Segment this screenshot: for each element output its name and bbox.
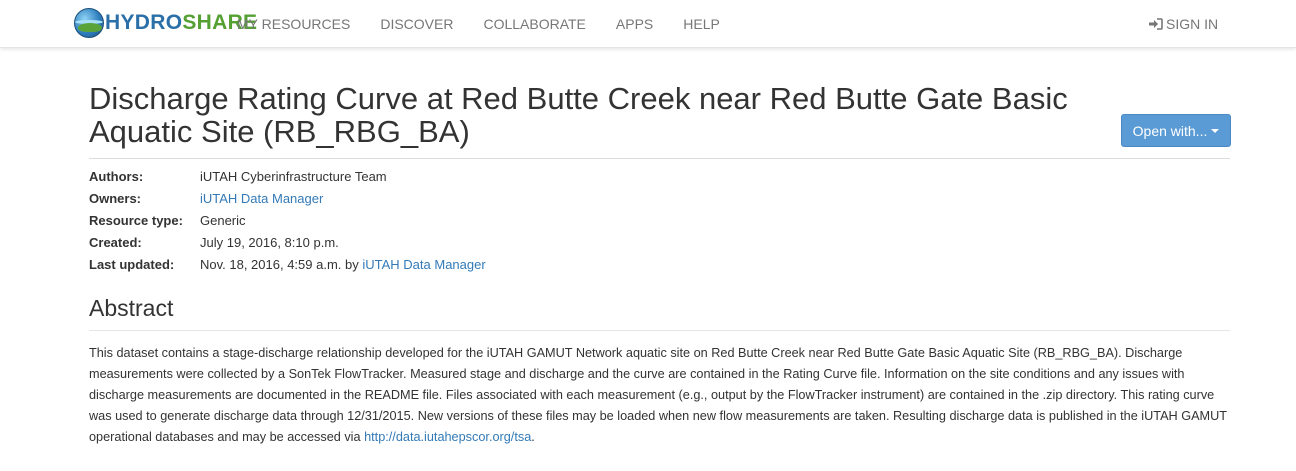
nav-apps[interactable]: APPS <box>616 16 653 32</box>
open-with-label: Open with... <box>1132 122 1208 139</box>
caret-down-icon <box>1211 128 1220 133</box>
tsa-link[interactable]: http://data.iutahepscor.org/tsa <box>364 430 531 444</box>
nav-help[interactable]: HELP <box>683 16 720 32</box>
open-with-button[interactable]: Open with... <box>1121 114 1231 147</box>
abstract-text: This dataset contains a stage-discharge … <box>89 343 1234 448</box>
resource-type-value: Generic <box>200 213 246 228</box>
title-divider <box>89 158 1230 159</box>
main-nav: MY RESOURCES DISCOVER COLLABORATE APPS H… <box>237 0 750 47</box>
owners-row: Owners: iUTAH Data Manager <box>89 188 486 210</box>
created-row: Created: July 19, 2016, 8:10 p.m. <box>89 232 486 254</box>
nav-my-resources[interactable]: MY RESOURCES <box>237 16 350 32</box>
abstract-end: . <box>531 430 535 444</box>
authors-value: iUTAH Cyberinfrastructure Team <box>200 169 387 184</box>
last-updated-date: Nov. 18, 2016, 4:59 a.m. by <box>200 257 359 272</box>
abstract-divider <box>89 330 1230 331</box>
owners-label: Owners: <box>89 191 142 206</box>
authors-label: Authors: <box>89 169 144 184</box>
resource-type-label: Resource type: <box>89 213 183 228</box>
brand-text: HYDROSHARE <box>105 11 258 34</box>
sign-in-link[interactable]: SIGN IN <box>1149 0 1218 47</box>
created-label: Created: <box>89 235 142 250</box>
last-updated-value: Nov. 18, 2016, 4:59 a.m. by iUTAH Data M… <box>200 254 486 276</box>
resource-type-row: Resource type: Generic <box>89 210 486 232</box>
created-value: July 19, 2016, 8:10 p.m. <box>200 235 339 250</box>
top-navbar: HYDROSHARE MY RESOURCES DISCOVER COLLABO… <box>0 0 1296 48</box>
abstract-body: This dataset contains a stage-discharge … <box>89 346 1227 444</box>
sign-in-label: SIGN IN <box>1166 15 1219 32</box>
resource-title: Discharge Rating Curve at Red Butte Cree… <box>89 81 1068 149</box>
nav-collaborate[interactable]: COLLABORATE <box>483 16 585 32</box>
last-updated-row: Last updated: Nov. 18, 2016, 4:59 a.m. b… <box>89 254 486 276</box>
sign-in-icon <box>1149 17 1163 30</box>
owner-link[interactable]: iUTAH Data Manager <box>200 188 323 210</box>
last-updated-label: Last updated: <box>89 257 175 272</box>
resource-metadata: Authors: iUTAH Cyberinfrastructure Team … <box>89 166 486 276</box>
updated-by-link[interactable]: iUTAH Data Manager <box>362 257 485 272</box>
hydroshare-logo[interactable]: HYDROSHARE <box>74 8 257 38</box>
nav-discover[interactable]: DISCOVER <box>380 16 453 32</box>
globe-icon <box>74 8 104 38</box>
abstract-heading: Abstract <box>89 295 174 321</box>
authors-row: Authors: iUTAH Cyberinfrastructure Team <box>89 166 486 188</box>
